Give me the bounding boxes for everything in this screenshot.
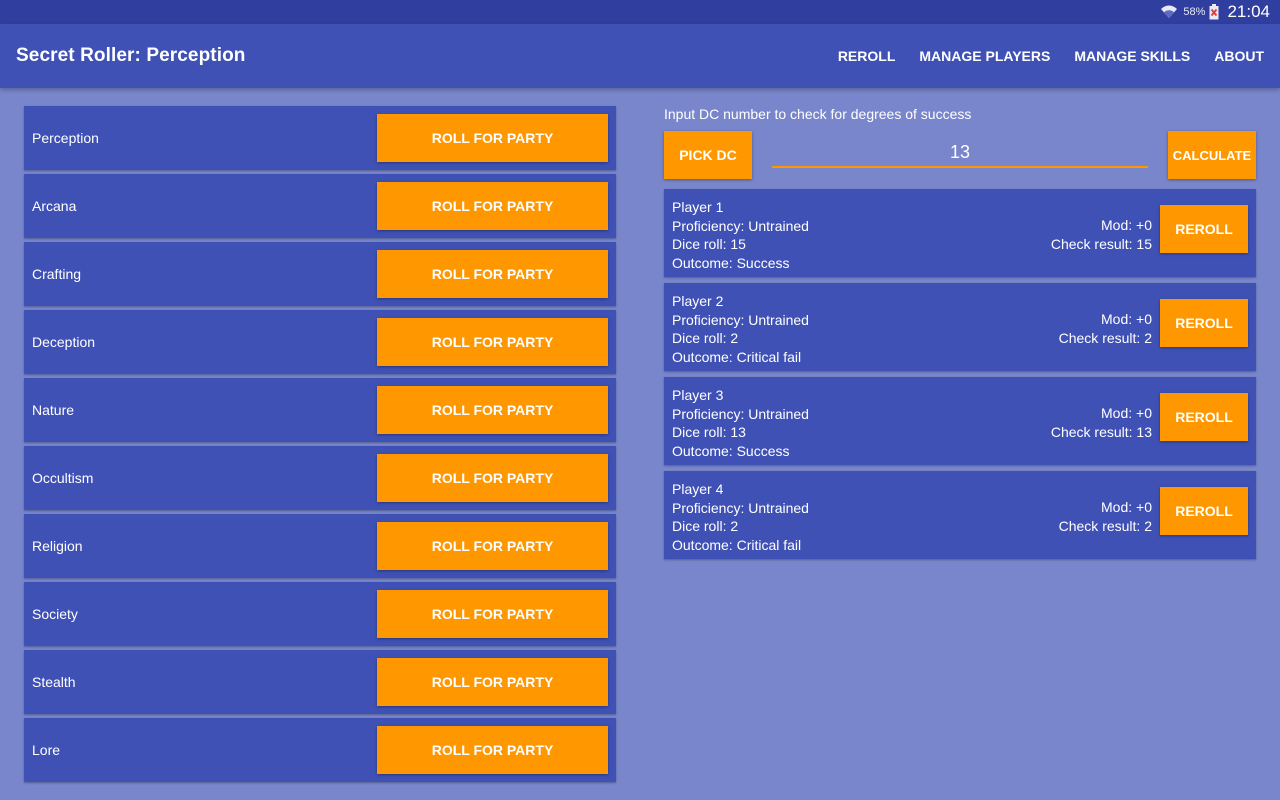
menu-about[interactable]: ABOUT: [1214, 48, 1264, 64]
player-card: Player 3 Proficiency: Untrained Dice rol…: [664, 377, 1256, 465]
player-check-result: Check result: 13: [1050, 423, 1152, 440]
roll-for-party-button[interactable]: ROLL FOR PARTY: [377, 726, 608, 774]
skill-row: Stealth ROLL FOR PARTY: [24, 650, 616, 714]
player-card: Player 2 Proficiency: Untrained Dice rol…: [664, 283, 1256, 371]
pick-dc-button[interactable]: PICK DC: [664, 131, 752, 179]
player-dice-roll: Dice roll: 15: [672, 236, 746, 253]
player-dice-roll: Dice roll: 13: [672, 424, 746, 441]
skill-row: Crafting ROLL FOR PARTY: [24, 242, 616, 306]
player-dice-roll: Dice roll: 2: [672, 518, 739, 535]
roll-for-party-button[interactable]: ROLL FOR PARTY: [377, 318, 608, 366]
skills-list: Perception ROLL FOR PARTY Arcana ROLL FO…: [24, 106, 616, 782]
player-name: Player 2: [672, 293, 724, 309]
player-details: Player 3 Proficiency: Untrained Dice rol…: [672, 386, 809, 460]
app-title: Secret Roller: Perception: [16, 45, 246, 66]
player-outcome: Outcome: Success: [672, 442, 790, 459]
player-details: Player 4 Proficiency: Untrained Dice rol…: [672, 480, 809, 554]
player-results-summary: Mod: +0 Check result: 13: [1051, 404, 1152, 441]
player-proficiency: Proficiency: Untrained: [672, 311, 809, 328]
action-menu: REROLL MANAGE PLAYERS MANAGE SKILLS ABOU…: [838, 48, 1264, 64]
player-name: Player 1: [672, 199, 724, 215]
wifi-icon: [1159, 4, 1179, 20]
skill-row: Perception ROLL FOR PARTY: [24, 106, 616, 170]
roll-for-party-button[interactable]: ROLL FOR PARTY: [377, 114, 608, 162]
player-card: Player 4 Proficiency: Untrained Dice rol…: [664, 471, 1256, 559]
skill-name: Arcana: [32, 198, 77, 214]
dc-hint: Input DC number to check for degrees of …: [664, 106, 972, 122]
battery-percent: 58%: [1183, 6, 1206, 18]
skill-name: Stealth: [32, 674, 76, 690]
battery-alert-icon: [1209, 4, 1219, 20]
player-proficiency: Proficiency: Untrained: [672, 499, 809, 516]
calculate-button[interactable]: CALCULATE: [1168, 131, 1256, 179]
skill-name: Perception: [32, 130, 99, 146]
skill-name: Deception: [32, 334, 96, 350]
roll-for-party-button[interactable]: ROLL FOR PARTY: [377, 590, 608, 638]
player-outcome: Outcome: Critical fail: [672, 348, 802, 365]
player-proficiency: Proficiency: Untrained: [672, 405, 809, 422]
player-name: Player 3: [672, 387, 724, 403]
player-name: Player 4: [672, 481, 724, 497]
skill-name: Society: [32, 606, 78, 622]
roll-for-party-button[interactable]: ROLL FOR PARTY: [377, 182, 608, 230]
skill-row: Nature ROLL FOR PARTY: [24, 378, 616, 442]
reroll-button[interactable]: REROLL: [1160, 487, 1248, 535]
player-results-summary: Mod: +0 Check result: 2: [1059, 310, 1152, 347]
player-outcome: Outcome: Success: [672, 254, 790, 271]
dc-input[interactable]: [772, 141, 1148, 163]
player-proficiency: Proficiency: Untrained: [672, 217, 809, 234]
player-check-result: Check result: 2: [1058, 517, 1152, 534]
player-results: Player 1 Proficiency: Untrained Dice rol…: [664, 189, 1256, 559]
roll-for-party-button[interactable]: ROLL FOR PARTY: [377, 250, 608, 298]
menu-manage-players[interactable]: MANAGE PLAYERS: [919, 48, 1050, 64]
reroll-button[interactable]: REROLL: [1160, 299, 1248, 347]
reroll-button[interactable]: REROLL: [1160, 205, 1248, 253]
skill-row: Occultism ROLL FOR PARTY: [24, 446, 616, 510]
roll-for-party-button[interactable]: ROLL FOR PARTY: [377, 658, 608, 706]
skill-row: Lore ROLL FOR PARTY: [24, 718, 616, 782]
reroll-button[interactable]: REROLL: [1160, 393, 1248, 441]
player-check-result: Check result: 2: [1058, 329, 1152, 346]
clock: 21:04: [1227, 2, 1270, 21]
skill-name: Lore: [32, 742, 61, 758]
player-mod: Mod: +0: [1101, 499, 1152, 515]
player-results-summary: Mod: +0 Check result: 15: [1051, 216, 1152, 253]
skill-name: Occultism: [32, 470, 94, 486]
roll-for-party-button[interactable]: ROLL FOR PARTY: [377, 386, 608, 434]
roll-for-party-button[interactable]: ROLL FOR PARTY: [377, 522, 608, 570]
player-dice-roll: Dice roll: 2: [672, 330, 739, 347]
status-bar: 58% 21:04: [0, 0, 1280, 24]
player-results-summary: Mod: +0 Check result: 2: [1059, 498, 1152, 535]
player-check-result: Check result: 15: [1050, 235, 1152, 252]
app-bar: Secret Roller: Perception REROLL MANAGE …: [0, 24, 1280, 88]
player-details: Player 2 Proficiency: Untrained Dice rol…: [672, 292, 809, 366]
player-card: Player 1 Proficiency: Untrained Dice rol…: [664, 189, 1256, 277]
skill-row: Religion ROLL FOR PARTY: [24, 514, 616, 578]
skill-name: Nature: [32, 402, 75, 418]
menu-manage-skills[interactable]: MANAGE SKILLS: [1074, 48, 1190, 64]
skill-row: Society ROLL FOR PARTY: [24, 582, 616, 646]
player-mod: Mod: +0: [1101, 405, 1152, 421]
dc-field: [772, 138, 1148, 168]
player-mod: Mod: +0: [1101, 217, 1152, 233]
player-mod: Mod: +0: [1101, 311, 1152, 327]
player-outcome: Outcome: Critical fail: [672, 536, 802, 553]
player-details: Player 1 Proficiency: Untrained Dice rol…: [672, 198, 809, 272]
skill-row: Arcana ROLL FOR PARTY: [24, 174, 616, 238]
skill-name: Crafting: [32, 266, 82, 282]
roll-for-party-button[interactable]: ROLL FOR PARTY: [377, 454, 608, 502]
menu-reroll[interactable]: REROLL: [838, 48, 896, 64]
skill-row: Deception ROLL FOR PARTY: [24, 310, 616, 374]
skill-name: Religion: [32, 538, 83, 554]
